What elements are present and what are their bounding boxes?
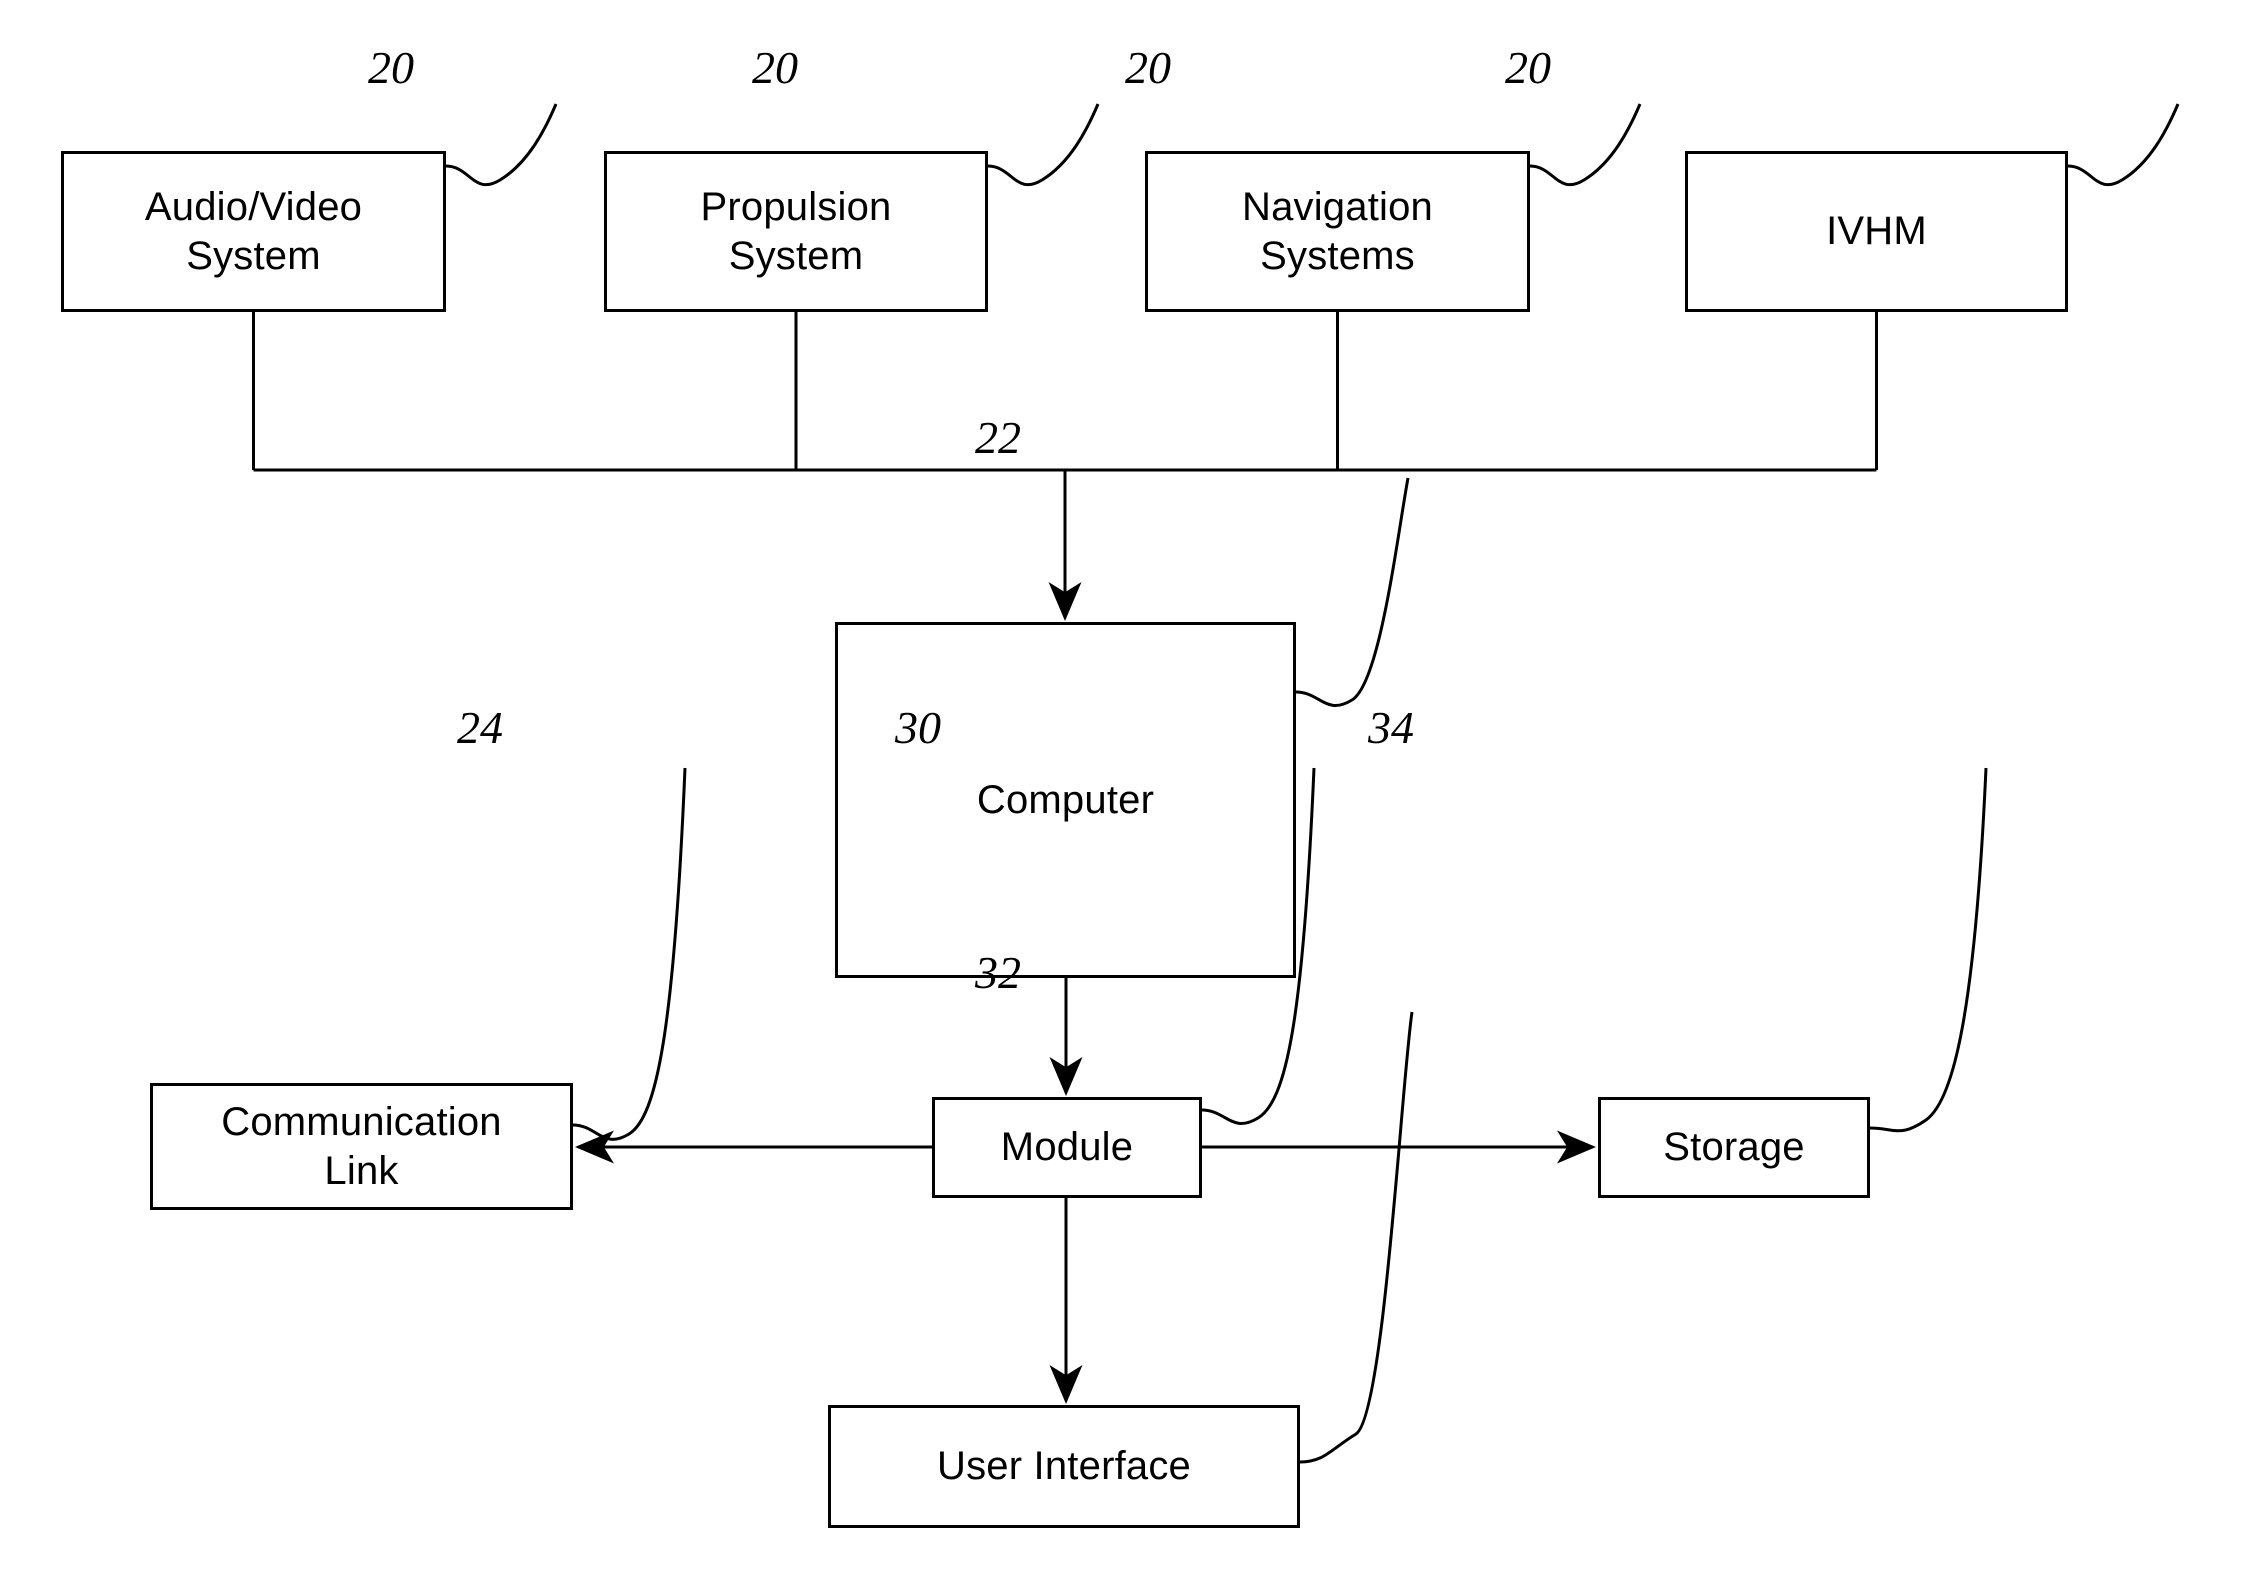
block-communication-link[interactable]: Communication Link xyxy=(150,1083,573,1210)
block-label-computer: Computer xyxy=(976,777,1155,822)
reference-numeral-22-computer: 22 xyxy=(975,412,1021,463)
block-label-ivhm: IVHM xyxy=(1826,209,1927,254)
reference-numeral-20-audio-video: 20 xyxy=(368,42,414,93)
leader-ref-20-ivhm xyxy=(2067,103,2180,187)
block-label-user-interface: User Interface xyxy=(936,1444,1191,1489)
block-ivhm[interactable]: IVHM xyxy=(1685,151,2068,312)
reference-numeral-24-communication-link: 24 xyxy=(457,702,503,753)
block-label-propulsion-system: Propulsion System xyxy=(700,184,892,278)
figure-canvas: Audio/Video System Propulsion System Nav… xyxy=(0,0,2242,1596)
leader-ref-34-storage xyxy=(1869,767,1988,1133)
reference-numeral-20-ivhm: 20 xyxy=(1505,42,1551,93)
block-module[interactable]: Module xyxy=(932,1097,1202,1198)
block-audio-video-system[interactable]: Audio/Video System xyxy=(61,151,446,312)
block-label-audio-video-system: Audio/Video System xyxy=(144,184,363,278)
reference-numeral-20-propulsion: 20 xyxy=(752,42,798,93)
block-label-storage: Storage xyxy=(1663,1125,1805,1170)
block-label-communication-link: Communication Link xyxy=(221,1099,502,1193)
block-label-navigation-systems: Navigation Systems xyxy=(1241,184,1433,278)
block-propulsion-system[interactable]: Propulsion System xyxy=(604,151,988,312)
block-computer[interactable]: Computer xyxy=(835,622,1296,978)
leader-ref-22-computer xyxy=(1295,477,1410,707)
reference-numeral-32-user-interface: 32 xyxy=(975,947,1021,998)
leader-ref-20-audio-video xyxy=(445,103,558,187)
leader-ref-32-user-interface xyxy=(1299,1011,1414,1464)
block-navigation-systems[interactable]: Navigation Systems xyxy=(1145,151,1530,312)
block-label-module: Module xyxy=(1000,1125,1134,1170)
block-storage[interactable]: Storage xyxy=(1598,1097,1870,1198)
reference-numeral-34-storage: 34 xyxy=(1368,702,1414,753)
reference-numeral-30-module: 30 xyxy=(895,702,941,753)
leader-ref-24-comm-link xyxy=(572,767,687,1141)
leader-ref-20-propulsion xyxy=(987,103,1100,187)
block-user-interface[interactable]: User Interface xyxy=(828,1405,1300,1528)
leader-ref-20-navigation xyxy=(1529,103,1642,187)
reference-numeral-20-navigation: 20 xyxy=(1125,42,1171,93)
